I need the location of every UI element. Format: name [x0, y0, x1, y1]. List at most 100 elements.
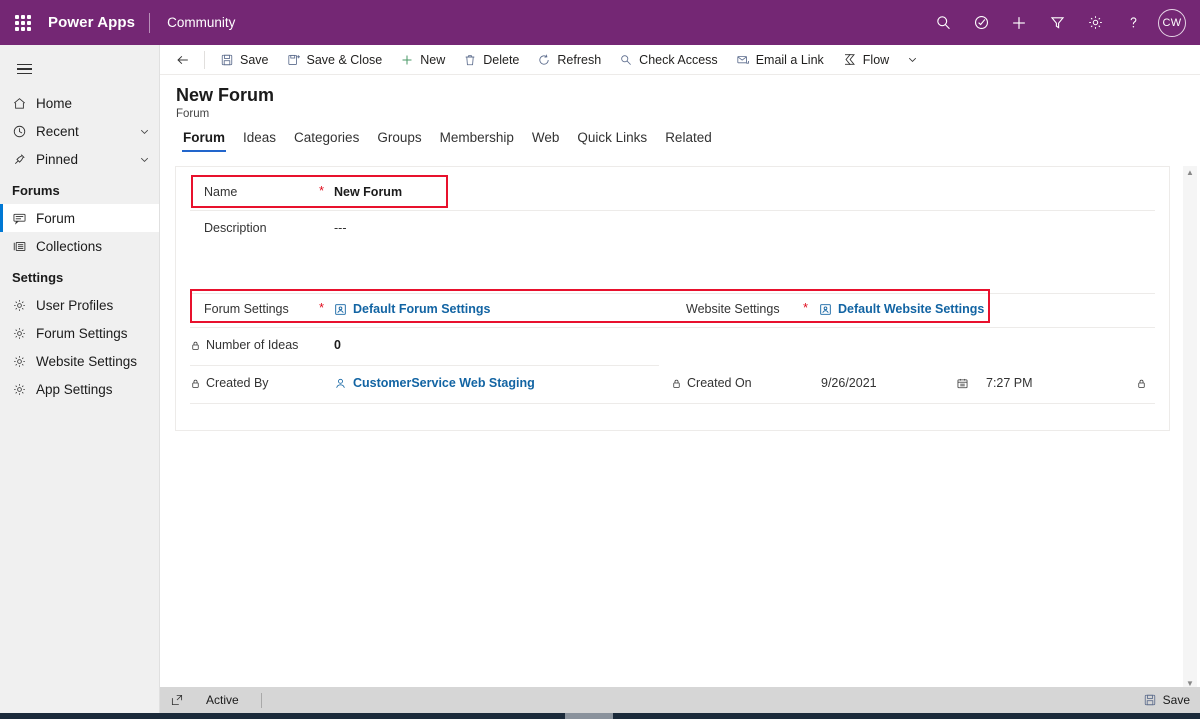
email-a-link-label: Email a Link [755, 52, 824, 67]
sidebar-item-collections[interactable]: Collections [0, 232, 159, 260]
description-field-value[interactable]: --- [334, 218, 347, 238]
popout-icon[interactable] [170, 693, 184, 707]
created-on-date-value: 9/26/2021 [821, 376, 877, 390]
sidebar-item-label: Pinned [36, 151, 79, 167]
refresh-button[interactable]: Refresh [528, 46, 610, 74]
calendar-icon [956, 373, 969, 393]
created-by-field-value[interactable]: CustomerService Web Staging [334, 373, 535, 393]
forum-settings-lookup-text: Default Forum Settings [353, 302, 491, 316]
page-title: New Forum [176, 85, 275, 105]
save-and-close-button[interactable]: Save & Close [278, 46, 392, 74]
website-settings-lookup-value[interactable]: Default Website Settings [819, 299, 984, 319]
record-state-label: Active [206, 693, 239, 707]
lock-icon [190, 378, 201, 389]
gear-icon [12, 298, 36, 313]
collections-icon [12, 239, 36, 254]
form-separator [190, 403, 1155, 404]
name-field-value[interactable]: New Forum [334, 182, 402, 202]
environment-name[interactable]: Community [150, 15, 235, 30]
sidebar-item-website-settings[interactable]: Website Settings [0, 347, 159, 375]
command-bar: Save Save & Close New Delete Refresh Che… [160, 45, 1200, 75]
form-separator-half [190, 365, 659, 366]
save-icon [220, 53, 234, 67]
scroll-up-arrow-icon[interactable]: ▲ [1186, 166, 1194, 180]
gear-icon [12, 326, 36, 341]
check-access-button[interactable]: Check Access [610, 46, 727, 74]
flow-icon [842, 52, 857, 67]
search-icon[interactable] [924, 0, 962, 45]
sidebar-item-app-settings[interactable]: App Settings [0, 375, 159, 403]
status-save-button[interactable]: Save [1143, 693, 1190, 707]
sidebar-item-label: Forum [36, 210, 76, 226]
sidebar-item-forum-settings[interactable]: Forum Settings [0, 319, 159, 347]
os-taskbar [0, 713, 1200, 719]
sidebar-item-pinned[interactable]: Pinned [0, 145, 159, 173]
assistant-icon[interactable] [962, 0, 1000, 45]
help-icon[interactable] [1114, 0, 1152, 45]
clock-icon [12, 124, 36, 139]
sidebar-item-forum[interactable]: Forum [0, 204, 159, 232]
gear-icon [12, 354, 36, 369]
new-button-label: New [420, 52, 446, 67]
delete-button-label: Delete [483, 52, 520, 67]
created-by-link-text: CustomerService Web Staging [353, 376, 535, 390]
new-button[interactable]: New [391, 46, 454, 74]
tab-quick-links[interactable]: Quick Links [568, 130, 656, 152]
tab-groups[interactable]: Groups [368, 130, 430, 152]
forum-icon [12, 211, 36, 226]
taskbar-segment [565, 713, 613, 719]
pin-icon [12, 152, 36, 167]
sidebar-navigation: Home Recent Pinned Forums Forum Collecti… [0, 45, 160, 719]
save-icon [1143, 693, 1157, 707]
add-icon[interactable] [1000, 0, 1038, 45]
description-field-label: Description [204, 221, 267, 235]
forum-settings-lookup-value[interactable]: Default Forum Settings [334, 299, 491, 319]
tab-forum[interactable]: Forum [174, 130, 234, 152]
tab-membership[interactable]: Membership [431, 130, 523, 152]
flow-button-label: Flow [862, 52, 890, 67]
flow-button[interactable]: Flow [833, 46, 898, 74]
trash-icon [463, 53, 477, 67]
name-field-label-wrap: Name [204, 182, 237, 202]
tab-related[interactable]: Related [656, 130, 721, 152]
person-icon [334, 377, 347, 390]
sidebar-item-label: Home [36, 95, 73, 111]
email-a-link-button[interactable]: Email a Link [727, 46, 833, 74]
delete-button[interactable]: Delete [454, 46, 528, 74]
sidebar-item-label: User Profiles [36, 297, 114, 313]
sidebar-item-user-profiles[interactable]: User Profiles [0, 291, 159, 319]
command-overflow-chevron-down-icon[interactable] [898, 46, 927, 74]
form-separator [190, 327, 1155, 328]
tab-ideas[interactable]: Ideas [234, 130, 285, 152]
chevron-down-icon[interactable] [138, 125, 151, 138]
filter-icon[interactable] [1038, 0, 1076, 45]
status-bar: Active Save [160, 687, 1200, 713]
user-avatar[interactable]: CW [1158, 8, 1186, 37]
name-required-asterisk: * [319, 182, 325, 198]
sidebar-item-label: Collections [36, 238, 103, 254]
sidebar-item-recent[interactable]: Recent [0, 117, 159, 145]
page-subtitle: Forum [176, 108, 210, 120]
command-bar-divider [204, 50, 205, 69]
back-button[interactable] [168, 46, 198, 74]
created-on-time-value: 7:27 PM [986, 376, 1033, 390]
settings-icon[interactable] [1076, 0, 1114, 45]
email-icon [736, 53, 750, 67]
app-launcher-button[interactable] [0, 0, 46, 45]
form-vertical-scrollbar[interactable]: ▲ ▼ [1183, 166, 1197, 691]
refresh-icon [537, 53, 551, 67]
record-icon [819, 303, 832, 316]
sidebar-item-label: App Settings [36, 381, 113, 397]
chevron-down-icon[interactable] [138, 153, 151, 166]
form-separator [190, 210, 1155, 211]
tab-web[interactable]: Web [523, 130, 569, 152]
forum-settings-field-label: Forum Settings [204, 302, 289, 316]
save-button[interactable]: Save [211, 46, 278, 74]
sidebar-item-home[interactable]: Home [0, 89, 159, 117]
plus-icon [400, 53, 414, 67]
created-by-row-lock-icon [1136, 373, 1147, 393]
site-map-toggle-button[interactable] [4, 49, 44, 89]
tab-categories[interactable]: Categories [285, 130, 368, 152]
refresh-button-label: Refresh [557, 52, 602, 67]
brand-title[interactable]: Power Apps [46, 14, 149, 31]
